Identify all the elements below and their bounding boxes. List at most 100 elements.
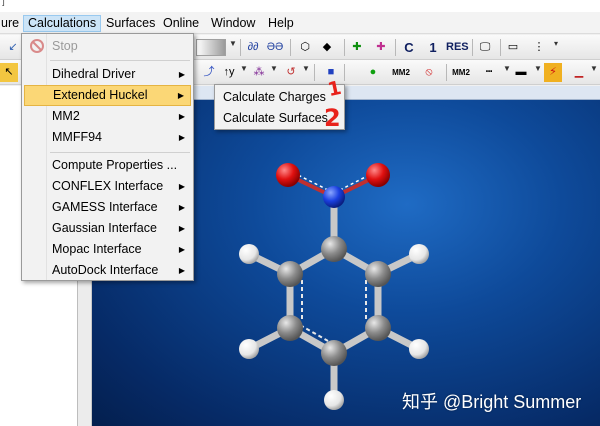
hydrogen-atom bbox=[409, 244, 429, 264]
submenu-arrow-icon: ▶ bbox=[178, 133, 185, 142]
submenu-arrow-icon: ▶ bbox=[177, 91, 184, 100]
res-button[interactable]: RES bbox=[446, 38, 469, 57]
record-icon[interactable]: ● bbox=[364, 63, 382, 82]
toolbar-separator bbox=[395, 39, 396, 56]
menu-item-autodock-interface[interactable]: AutoDock Interface ▶ bbox=[24, 260, 191, 281]
toolbar-separator bbox=[314, 64, 315, 81]
chevron-down-icon[interactable]: ▼ bbox=[229, 39, 237, 48]
menu-item-stop: Stop bbox=[24, 36, 191, 57]
chevron-down-icon[interactable]: ▼ bbox=[503, 64, 511, 73]
menu-item-label: Mopac Interface bbox=[52, 242, 142, 256]
no-icon[interactable]: ⦸ bbox=[420, 63, 438, 82]
menu-item-gamess-interface[interactable]: GAMESS Interface ▶ bbox=[24, 197, 191, 218]
menu-item-compute-properties[interactable]: Compute Properties ... bbox=[24, 155, 191, 176]
grid-icon[interactable]: ▬ bbox=[512, 63, 530, 82]
menu-item-label: AutoDock Interface bbox=[52, 263, 159, 277]
submenu-arrow-icon: ▶ bbox=[178, 266, 185, 275]
hydrogen-atom bbox=[239, 339, 259, 359]
menu-item-label: GAMESS Interface bbox=[52, 200, 158, 214]
move-atom-icon[interactable]: ✚ bbox=[348, 38, 366, 57]
toolbar-separator bbox=[240, 39, 241, 56]
menu-surfaces[interactable]: Surfaces bbox=[102, 15, 159, 32]
menu-separator bbox=[50, 60, 190, 61]
toolbar-separator bbox=[472, 39, 473, 56]
menu-window[interactable]: Window bbox=[207, 15, 259, 32]
calculations-menu: Stop Dihedral Driver ▶ Extended Huckel ▶… bbox=[21, 33, 194, 281]
color-combo[interactable] bbox=[196, 39, 226, 56]
chain-icon[interactable]: ⋮ bbox=[530, 38, 548, 57]
bond-icon[interactable]: ∂∂ bbox=[244, 38, 262, 57]
submenu-arrow-icon: ▶ bbox=[178, 112, 185, 121]
submenu-arrow-icon: ▶ bbox=[178, 203, 185, 212]
chevron-down-icon[interactable]: ▼ bbox=[590, 64, 598, 73]
rotate-icon[interactable]: ⤴ bbox=[200, 63, 218, 82]
menu-item-label: Compute Properties ... bbox=[52, 158, 178, 172]
chevron-down-icon[interactable]: ▼ bbox=[302, 64, 310, 73]
menu-help[interactable]: Help bbox=[264, 15, 298, 32]
carbon-atom bbox=[277, 261, 303, 287]
undo-icon[interactable]: ↺ bbox=[282, 63, 300, 82]
toolbar-separator bbox=[344, 39, 345, 56]
window-top-strip: ] bbox=[0, 0, 600, 12]
menu-item-label: Stop bbox=[52, 39, 78, 53]
menu-item-conflex-interface[interactable]: CONFLEX Interface ▶ bbox=[24, 176, 191, 197]
carbon-atom bbox=[321, 236, 347, 262]
arrow-icon[interactable]: ↙ bbox=[4, 38, 22, 57]
hydrogen-atom bbox=[324, 390, 344, 410]
top-mark: ] bbox=[2, 0, 5, 7]
carbon-atom bbox=[365, 261, 391, 287]
menu-item-mmff94[interactable]: MMFF94 ▶ bbox=[24, 127, 191, 148]
menu-item-mm2[interactable]: MM2 ▶ bbox=[24, 106, 191, 127]
molecule-icon[interactable]: ⁂ bbox=[250, 63, 268, 82]
oxygen-atom bbox=[366, 163, 390, 187]
chevron-down-icon[interactable]: ▼ bbox=[240, 64, 248, 73]
ring-icon[interactable]: ƏƏ bbox=[266, 38, 284, 57]
carbon-atom bbox=[277, 315, 303, 341]
carbon-atom bbox=[365, 315, 391, 341]
watermark-text: 知乎 @Bright Summer bbox=[402, 392, 582, 412]
menu-item-mopac-interface[interactable]: Mopac Interface ▶ bbox=[24, 239, 191, 260]
menu-bar: ure Calculations Surfaces Online Window … bbox=[0, 12, 600, 34]
toolbar-separator bbox=[290, 39, 291, 56]
menu-item-label: MMFF94 bbox=[52, 130, 102, 144]
menu-online[interactable]: Online bbox=[159, 15, 203, 32]
menu-item-dihedral-driver[interactable]: Dihedral Driver ▶ bbox=[24, 64, 191, 85]
box-icon[interactable]: ⬡ bbox=[296, 38, 314, 57]
submenu-arrow-icon: ▶ bbox=[178, 224, 185, 233]
toolbar-separator bbox=[500, 39, 501, 56]
oxygen-atom bbox=[276, 163, 300, 187]
select-tool-icon[interactable]: ↖ bbox=[0, 63, 18, 82]
ruler-icon[interactable]: ┅ bbox=[480, 63, 498, 82]
submenu-arrow-icon: ▶ bbox=[178, 182, 185, 191]
menu-item-label: Extended Huckel bbox=[53, 88, 148, 102]
toolbar-separator bbox=[446, 64, 447, 81]
chevron-down-icon[interactable]: ▼ bbox=[534, 64, 542, 73]
annotation-step-2: 2 bbox=[324, 104, 341, 132]
one-label-button[interactable]: 1 bbox=[424, 38, 442, 57]
stop-icon bbox=[30, 39, 44, 53]
c-label-button[interactable]: C bbox=[400, 38, 418, 57]
eraser-icon[interactable]: ◆ bbox=[318, 38, 336, 57]
line-icon[interactable]: ▁ bbox=[570, 63, 588, 82]
nitrogen-atom bbox=[323, 186, 345, 208]
menu-separator bbox=[50, 152, 190, 153]
submenu-arrow-icon: ▶ bbox=[178, 245, 185, 254]
monitor-icon[interactable]: 🖵 bbox=[476, 38, 494, 57]
carbon-atom bbox=[321, 340, 347, 366]
menu-calculations[interactable]: Calculations bbox=[23, 15, 102, 32]
mm2-minimize-button[interactable]: MM2 bbox=[392, 63, 410, 82]
submenu-arrow-icon: ▶ bbox=[178, 70, 185, 79]
toolbar-separator bbox=[344, 64, 345, 81]
menu-item-label: Gaussian Interface bbox=[52, 221, 157, 235]
menu-structure[interactable]: ure bbox=[0, 15, 23, 32]
chevron-down-icon[interactable]: ▼ bbox=[270, 64, 278, 73]
menu-item-label: Dihedral Driver bbox=[52, 67, 136, 81]
lightning-icon[interactable]: ⚡ bbox=[544, 63, 562, 82]
mm2-dynamics-button[interactable]: MM2 bbox=[452, 63, 470, 82]
menu-item-gaussian-interface[interactable]: Gaussian Interface ▶ bbox=[24, 218, 191, 239]
display-icon[interactable]: ▭ bbox=[504, 38, 522, 57]
translate-icon[interactable]: ↑y bbox=[220, 63, 238, 82]
toolbar-overflow-icon[interactable]: ▾ bbox=[554, 39, 558, 48]
menu-item-extended-huckel[interactable]: Extended Huckel ▶ bbox=[24, 85, 191, 106]
move-group-icon[interactable]: ✚ bbox=[372, 38, 390, 57]
